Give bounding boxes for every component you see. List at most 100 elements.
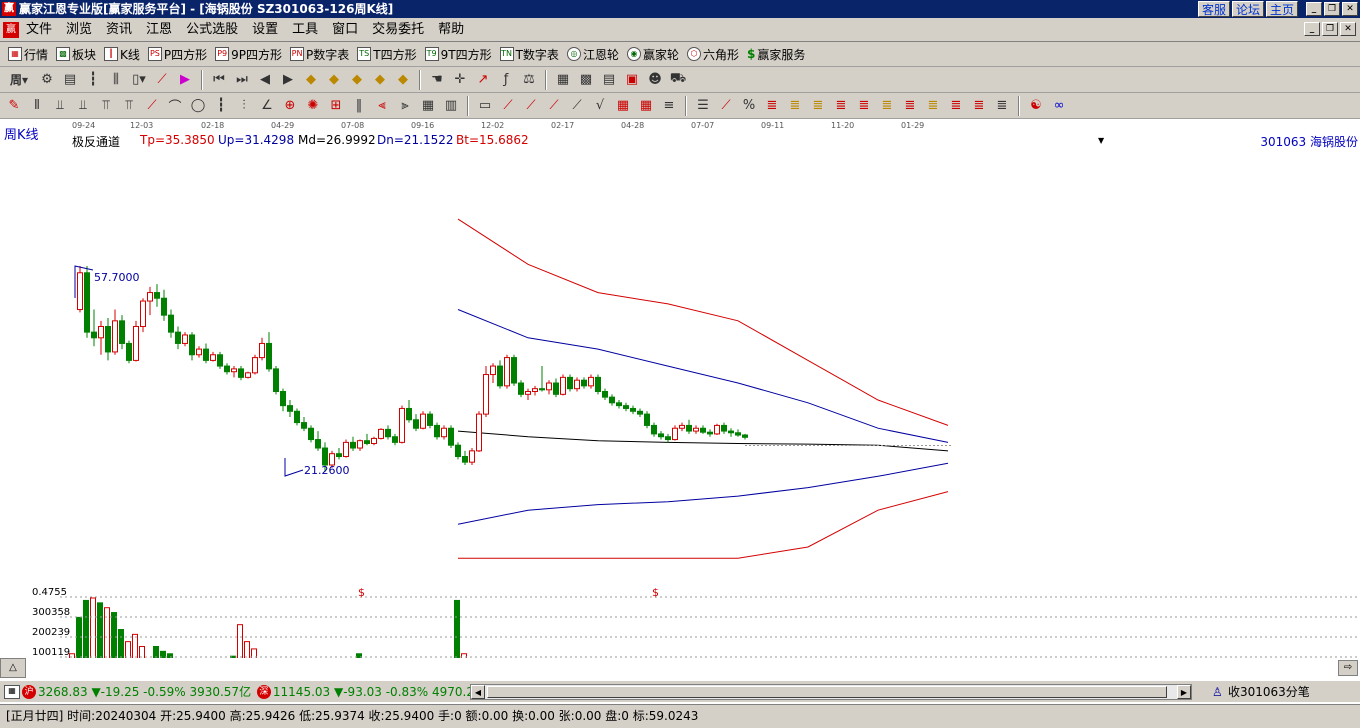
level3-icon[interactable]: ≣ xyxy=(808,96,828,116)
menu-file[interactable]: 文件 xyxy=(26,18,52,42)
toolbar-t-square[interactable]: TS T四方形 xyxy=(357,43,417,65)
level9-icon[interactable]: ≣ xyxy=(946,96,966,116)
scroll-right-arrow-icon[interactable]: ▶ xyxy=(1177,685,1191,699)
level-icon[interactable]: ≣ xyxy=(762,96,782,116)
tick-detail-link[interactable]: 收301063分笔 xyxy=(1228,683,1310,700)
crosshair-icon[interactable]: ✛ xyxy=(450,70,470,90)
stairs-icon[interactable]: ⫶ xyxy=(234,96,254,116)
menu-news[interactable]: 资讯 xyxy=(106,18,132,42)
star-icon[interactable]: ✺ xyxy=(303,96,323,116)
trend-icon[interactable]: ↗ xyxy=(473,70,493,90)
ruler-icon[interactable]: ‖ xyxy=(349,96,369,116)
fan2-icon[interactable]: ⟋ xyxy=(521,96,541,116)
page-icon[interactable]: ▤ xyxy=(60,70,80,90)
line-style-icon[interactable]: ▯▾ xyxy=(129,70,149,90)
toolbar-p-table[interactable]: PN P数字表 xyxy=(290,43,349,65)
menu-help[interactable]: 帮助 xyxy=(438,18,464,42)
table-icon[interactable]: ▤ xyxy=(599,70,619,90)
toolbar-t-table[interactable]: TN T数字表 xyxy=(499,43,559,65)
parallel-icon[interactable]: ⫴ xyxy=(27,96,47,116)
menu-browse[interactable]: 浏览 xyxy=(66,18,92,42)
level11-icon[interactable]: ≣ xyxy=(992,96,1012,116)
target-icon[interactable]: ⊕ xyxy=(280,96,300,116)
menu-tools[interactable]: 工具 xyxy=(292,18,318,42)
line-icon[interactable]: ⟋ xyxy=(567,96,587,116)
pen-icon[interactable]: ✎ xyxy=(4,96,24,116)
fork3-icon[interactable]: ⫪ xyxy=(96,96,116,116)
fork-icon[interactable]: ⫫ xyxy=(50,96,70,116)
calculator-icon[interactable]: ▩ xyxy=(576,70,596,90)
level5-icon[interactable]: ≣ xyxy=(854,96,874,116)
candle-style-icon[interactable]: ⫼ xyxy=(106,70,126,90)
level2-icon[interactable]: ≣ xyxy=(785,96,805,116)
fib-icon[interactable]: ⟋ xyxy=(716,96,736,116)
mdi-restore-icon[interactable]: ❐ xyxy=(1322,22,1338,36)
expand-up-icon[interactable]: △ xyxy=(0,658,26,678)
gann-fan-icon[interactable]: ⟋ xyxy=(142,96,162,116)
level10-icon[interactable]: ≣ xyxy=(969,96,989,116)
prev-icon[interactable]: ◀ xyxy=(255,70,275,90)
channel-icon[interactable]: ⟋ xyxy=(152,70,172,90)
fan3-icon[interactable]: ⟋ xyxy=(544,96,564,116)
grid3-icon[interactable]: ▥ xyxy=(441,96,461,116)
infinity-icon[interactable]: ∞ xyxy=(1049,96,1069,116)
grid4-icon[interactable]: ▦ xyxy=(613,96,633,116)
scroll-left-icon[interactable]: ◀ xyxy=(471,685,485,699)
link-home[interactable]: 主页 xyxy=(1265,1,1298,17)
yin-yang-icon[interactable]: ☯ xyxy=(1026,96,1046,116)
toolbar-winner-wheel[interactable]: ◉ 赢家轮 xyxy=(626,43,679,65)
mdi-close-icon[interactable]: ✕ xyxy=(1340,22,1356,36)
fork2-icon[interactable]: ⫫ xyxy=(73,96,93,116)
grid-icon[interactable]: ▦ xyxy=(4,684,20,699)
save-icon[interactable]: ▣ xyxy=(622,70,642,90)
cycle2-icon[interactable]: ⫸ xyxy=(395,96,415,116)
first-icon[interactable]: ⏮ xyxy=(209,70,229,90)
toolbar-quotes[interactable]: ▦ 行情 xyxy=(8,43,48,65)
dropdown-icon[interactable]: ▼ xyxy=(1098,136,1104,145)
truck-icon[interactable]: ⛟ xyxy=(668,70,688,90)
toolbar-hexagon[interactable]: ⬡ 六角形 xyxy=(686,43,739,65)
formula-icon[interactable]: ƒ xyxy=(496,70,516,90)
hand-icon[interactable]: ☚ xyxy=(427,70,447,90)
toolbar-p-square[interactable]: PS P四方形 xyxy=(147,43,207,65)
last-icon[interactable]: ⏭ xyxy=(232,70,252,90)
period-label[interactable]: 周K线 xyxy=(4,124,39,143)
shift-left-icon[interactable]: ◆ xyxy=(347,70,367,90)
toolbar-kline[interactable]: ┃ K线 xyxy=(104,43,140,65)
box-icon[interactable]: ▭ xyxy=(475,96,495,116)
period-select[interactable]: 周 ▾ xyxy=(4,70,34,90)
list-icon[interactable]: ☰ xyxy=(693,96,713,116)
mdi-minimize-icon[interactable]: _ xyxy=(1304,22,1320,36)
percent-icon[interactable]: % xyxy=(739,96,759,116)
toolbar-9t-square[interactable]: T9 9T四方形 xyxy=(424,43,492,65)
level7-icon[interactable]: ≣ xyxy=(900,96,920,116)
menu-formula[interactable]: 公式选股 xyxy=(186,18,238,42)
people-icon[interactable]: ☻ xyxy=(645,70,665,90)
toolbar-gann-wheel[interactable]: ◎ 江恩轮 xyxy=(566,43,619,65)
arc-icon[interactable]: ⌒ xyxy=(165,96,185,116)
square-icon[interactable]: ⊞ xyxy=(326,96,346,116)
fan-icon[interactable]: ⟋ xyxy=(498,96,518,116)
close-icon[interactable]: ✕ xyxy=(1342,2,1358,16)
next-icon[interactable]: ▶ xyxy=(278,70,298,90)
vee-icon[interactable]: √ xyxy=(590,96,610,116)
shift-right-icon[interactable]: ◆ xyxy=(370,70,390,90)
bars-icon[interactable]: ┇ xyxy=(83,70,103,90)
document-icon[interactable]: 赢 xyxy=(3,22,19,38)
diagonal-icon[interactable]: ≡ xyxy=(659,96,679,116)
horizontal-scrollbar[interactable]: ◀ ▶ xyxy=(470,684,1192,700)
menu-trade[interactable]: 交易委托 xyxy=(372,18,424,42)
link-forum[interactable]: 论坛 xyxy=(1231,1,1264,17)
restore-icon[interactable]: ❐ xyxy=(1324,2,1340,16)
zoom-in-icon[interactable]: ◆ xyxy=(301,70,321,90)
circle-icon[interactable]: ◯ xyxy=(188,96,208,116)
minimize-icon[interactable]: _ xyxy=(1306,2,1322,16)
center-icon[interactable]: ◆ xyxy=(393,70,413,90)
angle-icon[interactable]: ∠ xyxy=(257,96,277,116)
toolbar-winner-service[interactable]: $ 赢家服务 xyxy=(747,43,805,65)
level6-icon[interactable]: ≣ xyxy=(877,96,897,116)
fork4-icon[interactable]: ⫪ xyxy=(119,96,139,116)
bars2-icon[interactable]: ┇ xyxy=(211,96,231,116)
settings-icon[interactable]: ⚙ xyxy=(37,70,57,90)
scroll-thumb[interactable] xyxy=(487,686,1167,698)
